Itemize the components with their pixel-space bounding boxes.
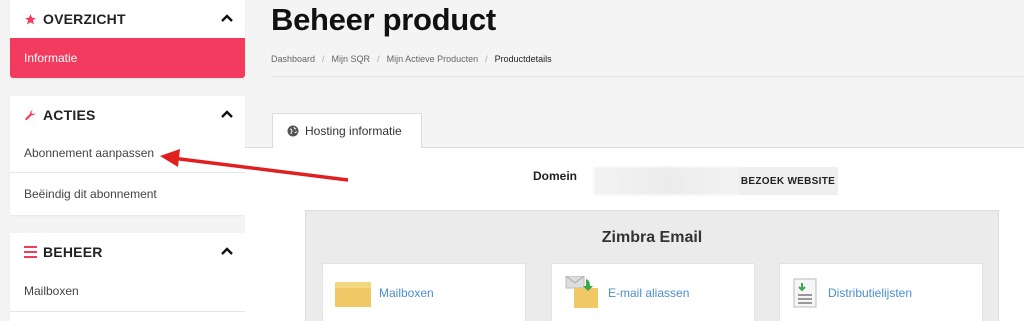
panel-overzicht: OVERZICHT Informatie	[10, 0, 245, 78]
breadcrumb-dashboard[interactable]: Dashboard	[271, 54, 315, 64]
breadcrumb-separator: /	[485, 54, 488, 64]
panel-beheer: BEHEER Mailboxen	[10, 233, 245, 321]
zimbra-title: Zimbra Email	[601, 229, 703, 246]
sidebar-item-label: Informatie	[24, 51, 78, 65]
folder-icon	[335, 281, 371, 307]
panel-header-overzicht[interactable]: OVERZICHT	[10, 0, 245, 38]
panel-title: BEHEER	[43, 244, 103, 260]
panel-header-beheer[interactable]: BEHEER	[10, 233, 245, 271]
chevron-up-icon[interactable]	[221, 13, 233, 23]
page-title: Beheer product	[271, 2, 496, 37]
sidebar-item-mailboxen[interactable]: Mailboxen	[10, 271, 245, 311]
domain-value-redacted	[594, 167, 739, 195]
divider	[10, 311, 245, 312]
distributielijsten-card[interactable]: Distributielijsten	[779, 263, 983, 321]
globe-icon	[287, 125, 299, 137]
sidebar-item-label: Abonnement aanpassen	[24, 146, 155, 160]
tab-label: Hosting informatie	[305, 124, 402, 138]
panel-title: OVERZICHT	[43, 11, 126, 27]
breadcrumb-mijn-sqr[interactable]: Mijn SQR	[332, 54, 371, 64]
domain-label: Domein	[533, 169, 578, 183]
breadcrumb: Dashboard / Mijn SQR / Mijn Actieve Prod…	[271, 54, 552, 64]
breadcrumb-actieve-producten[interactable]: Mijn Actieve Producten	[387, 54, 479, 64]
tab-hosting-informatie[interactable]: Hosting informatie	[272, 113, 422, 148]
chevron-up-icon[interactable]	[221, 109, 233, 119]
breadcrumb-current: Productdetails	[494, 54, 552, 64]
menu-icon	[24, 246, 37, 258]
card-label: Distributielijsten	[828, 285, 913, 300]
sidebar-item-abonnement-aanpassen[interactable]: Abonnement aanpassen	[10, 134, 245, 172]
visit-website-button[interactable]: BEZOEK WEBSITE	[738, 167, 838, 195]
card-label: E-mail aliassen	[608, 285, 690, 300]
wrench-icon	[25, 109, 36, 120]
panel-title: ACTIES	[43, 107, 96, 123]
zimbra-email-panel: Zimbra Email Mailboxen E-mail aliassen D…	[305, 210, 999, 321]
star-icon	[25, 13, 36, 24]
card-label: Mailboxen	[379, 285, 434, 300]
breadcrumb-separator: /	[322, 54, 325, 64]
panel-header-acties[interactable]: ACTIES	[10, 96, 245, 134]
chevron-up-icon[interactable]	[221, 246, 233, 256]
document-list-icon	[793, 278, 817, 307]
sidebar-item-label: Mailboxen	[24, 284, 79, 298]
sidebar-item-informatie[interactable]: Informatie	[10, 38, 245, 78]
sidebar-item-beeindig-abonnement[interactable]: Beëindig dit abonnement	[10, 172, 245, 214]
divider	[271, 76, 1024, 77]
breadcrumb-separator: /	[377, 54, 380, 64]
email-aliassen-card[interactable]: E-mail aliassen	[551, 263, 755, 321]
mail-alias-icon	[565, 275, 598, 308]
sidebar-item-label: Beëindig dit abonnement	[24, 186, 157, 201]
panel-acties: ACTIES Abonnement aanpassen Beëindig dit…	[10, 96, 245, 215]
mailboxen-card[interactable]: Mailboxen	[322, 263, 526, 321]
